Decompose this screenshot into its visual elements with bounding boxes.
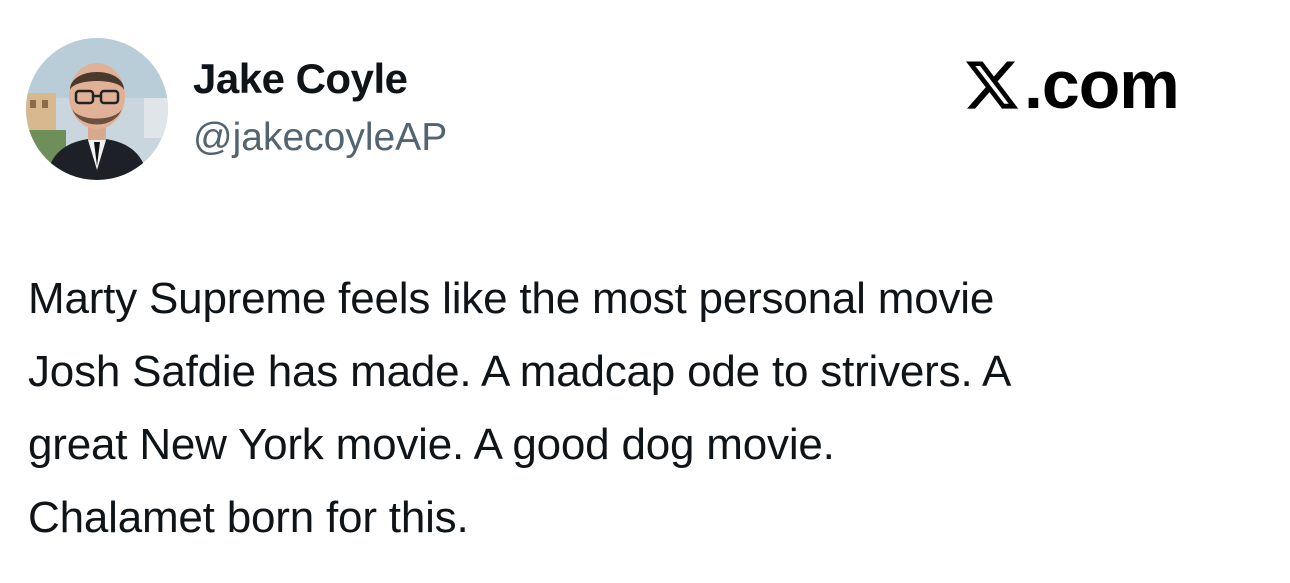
tweet-text-line: Marty Supreme feels like the most person… (28, 274, 995, 323)
avatar[interactable] (26, 38, 168, 180)
brand-watermark: .com (962, 47, 1180, 123)
tweet-text-line: Josh Safdie has made. A madcap ode to st… (28, 347, 1012, 396)
tweet-text: Marty Supreme feels like the most person… (28, 262, 1268, 554)
author-display-name[interactable]: Jake Coyle (193, 55, 408, 103)
profile-photo (26, 38, 168, 180)
x-logo-icon (966, 61, 1019, 109)
tweet-text-line: Chalamet born for this. (28, 493, 469, 542)
brand-domain-suffix: .com (1024, 47, 1180, 123)
tweet-text-line: great New York movie. A good dog movie. (28, 420, 835, 469)
tweet-card: Jake Coyle @jakecoyleAP .com Marty Supre… (0, 0, 1290, 583)
author-handle[interactable]: @jakecoyleAP (193, 115, 447, 161)
